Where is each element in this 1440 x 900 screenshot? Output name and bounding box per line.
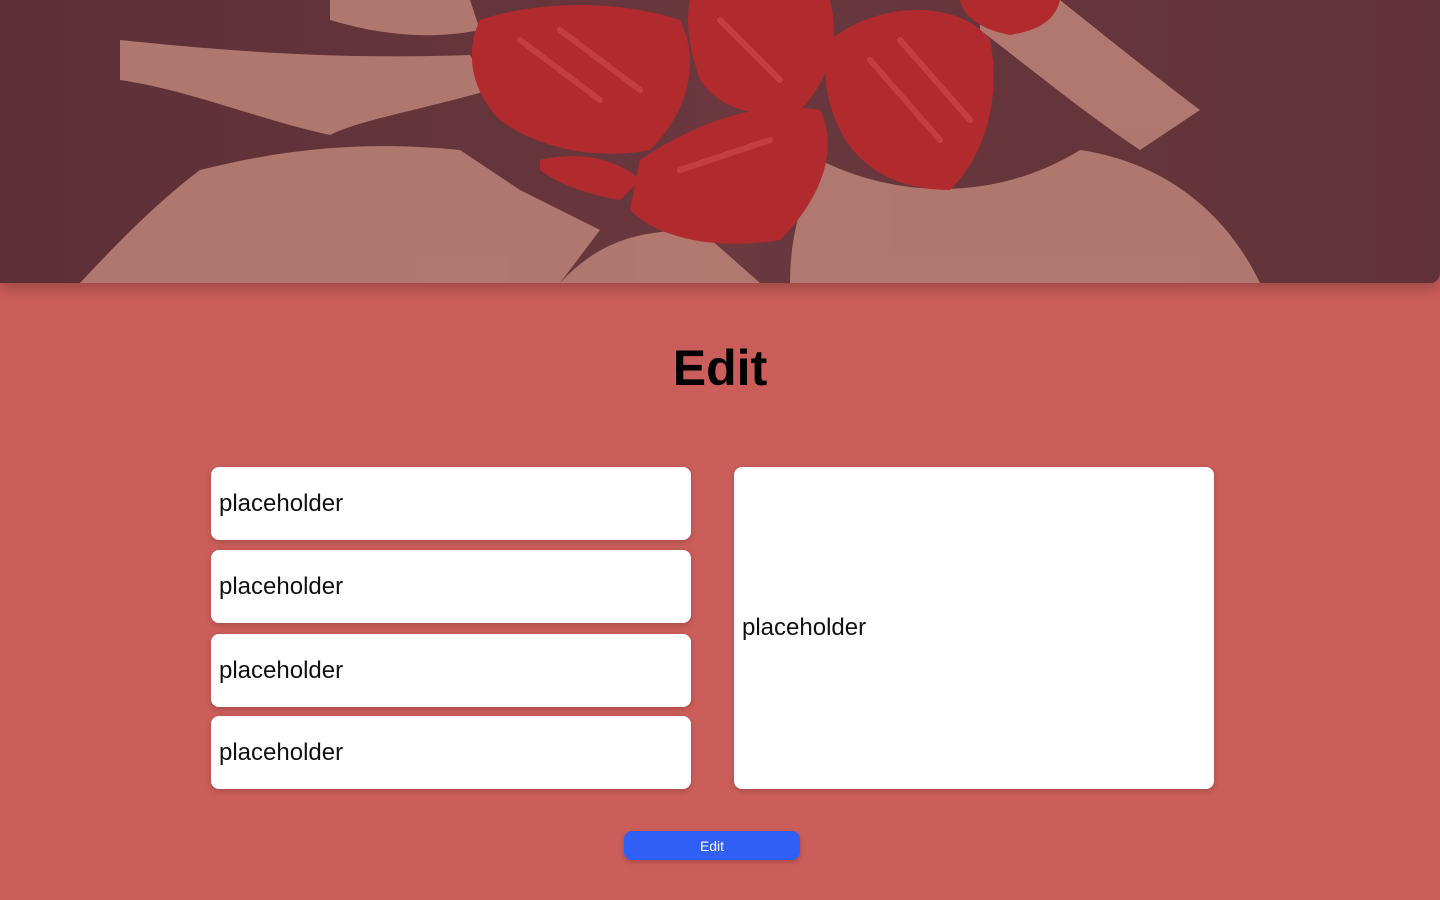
text-field-1-placeholder: placeholder — [219, 489, 344, 517]
text-field-2-placeholder: placeholder — [219, 572, 344, 600]
textarea-field[interactable]: placeholder — [734, 467, 1214, 789]
hands-painted-red-illustration — [0, 0, 1440, 283]
text-field-3[interactable]: placeholder — [211, 634, 691, 707]
text-field-4[interactable]: placeholder — [211, 716, 691, 789]
hero-image — [0, 0, 1440, 283]
text-field-2[interactable]: placeholder — [211, 550, 691, 623]
textarea-placeholder: placeholder — [742, 614, 867, 641]
text-field-3-placeholder: placeholder — [219, 656, 344, 684]
text-field-1[interactable]: placeholder — [211, 467, 691, 540]
page-title: Edit — [672, 340, 768, 396]
text-field-4-placeholder: placeholder — [219, 738, 344, 766]
edit-button[interactable]: Edit — [624, 831, 800, 860]
